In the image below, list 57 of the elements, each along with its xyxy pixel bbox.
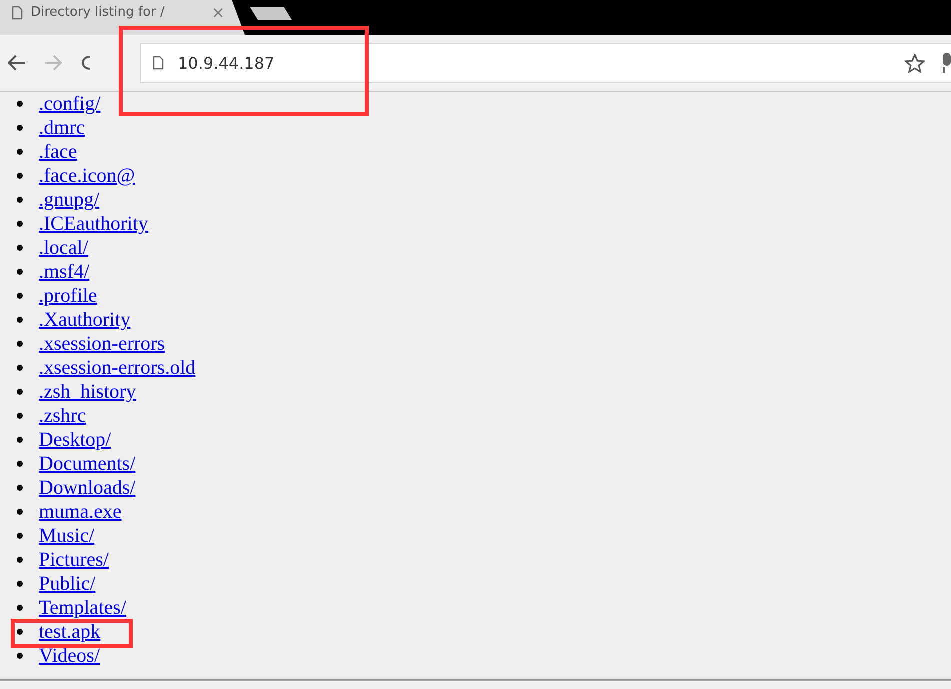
file-link[interactable]: .dmrc xyxy=(39,116,86,140)
bullet-icon xyxy=(17,293,23,299)
file-link[interactable]: .config/ xyxy=(39,92,101,116)
bullet-icon xyxy=(17,461,23,467)
file-link[interactable]: muma.exe xyxy=(39,500,122,524)
bullet-icon xyxy=(17,269,23,275)
bullet-icon xyxy=(17,101,23,107)
bullet-icon xyxy=(17,509,23,515)
file-link[interactable]: test.apk xyxy=(39,620,101,644)
bullet-icon xyxy=(17,413,23,419)
bullet-icon xyxy=(17,365,23,371)
file-link[interactable]: Videos/ xyxy=(39,644,100,668)
bullet-icon xyxy=(17,437,23,443)
bullet-icon xyxy=(17,581,23,587)
file-link[interactable]: Music/ xyxy=(39,524,95,548)
file-link[interactable]: .gnupg/ xyxy=(39,188,100,212)
file-link[interactable]: Documents/ xyxy=(39,452,136,476)
reload-icon[interactable] xyxy=(80,54,90,72)
file-link[interactable]: .msf4/ xyxy=(39,260,90,284)
file-link[interactable]: .xsession-errors xyxy=(39,332,166,356)
bullet-icon xyxy=(17,245,23,251)
file-link[interactable]: Desktop/ xyxy=(39,428,112,452)
tab-title: Directory listing for / xyxy=(31,5,166,20)
back-icon[interactable] xyxy=(8,55,26,71)
bullet-icon xyxy=(17,197,23,203)
star-icon[interactable] xyxy=(905,54,925,72)
file-link[interactable]: Templates/ xyxy=(39,596,126,620)
file-link[interactable]: .zshrc xyxy=(39,404,86,428)
bullet-icon xyxy=(17,629,23,635)
file-link[interactable]: .profile xyxy=(39,284,98,308)
bullet-icon xyxy=(17,605,23,611)
document-icon xyxy=(12,6,23,20)
bullet-icon xyxy=(17,341,23,347)
bullet-icon xyxy=(17,557,23,563)
bullet-icon xyxy=(17,125,23,131)
file-link[interactable]: Downloads/ xyxy=(39,476,136,500)
bullet-icon xyxy=(17,533,23,539)
microphone-icon[interactable] xyxy=(943,53,951,73)
file-link[interactable]: .xsession-errors.old xyxy=(39,356,196,380)
bullet-icon xyxy=(17,317,23,323)
document-icon xyxy=(153,56,164,70)
bullet-icon xyxy=(17,221,23,227)
bullet-icon xyxy=(17,485,23,491)
file-link[interactable]: Public/ xyxy=(39,572,96,596)
file-link[interactable]: .zsh_history xyxy=(39,380,136,404)
file-link[interactable]: .Xauthority xyxy=(39,308,131,332)
bullet-icon xyxy=(17,389,23,395)
address-field[interactable]: 10.9.44.187 xyxy=(140,43,951,83)
file-link[interactable]: .face xyxy=(39,140,78,164)
browser-tab[interactable]: Directory listing for / × xyxy=(0,0,245,35)
bullet-icon xyxy=(17,653,23,659)
bullet-icon xyxy=(17,173,23,179)
file-link[interactable]: .local/ xyxy=(39,236,88,260)
file-link[interactable]: .face.icon@ xyxy=(39,164,136,188)
file-link[interactable]: Pictures/ xyxy=(39,548,109,572)
file-link[interactable]: .ICEauthority xyxy=(39,212,148,236)
bullet-icon xyxy=(17,149,23,155)
